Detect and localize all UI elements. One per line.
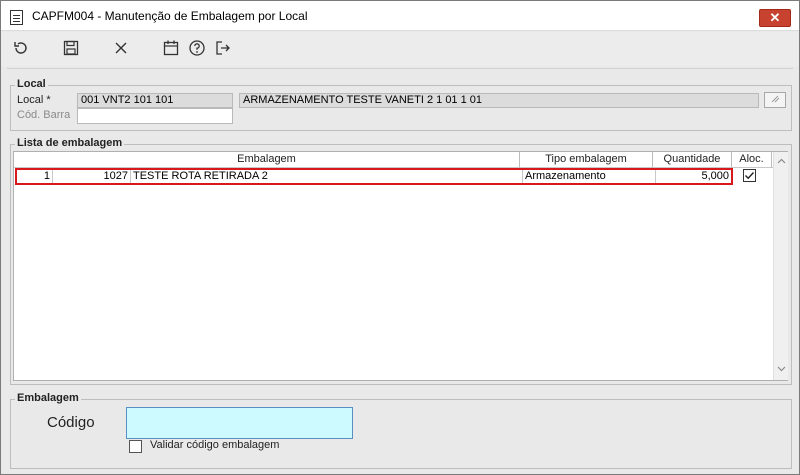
cancel-button[interactable] [111, 39, 131, 59]
table-row[interactable]: 1 1027 TESTE ROTA RETIRADA 2 Armazenamen… [15, 168, 733, 185]
validar-checkbox[interactable] [129, 440, 142, 453]
refresh-icon [12, 39, 30, 60]
local-description-field: ARMAZENAMENTO TESTE VANETI 2 1 01 1 01 [239, 93, 759, 108]
checkmark-icon [745, 172, 755, 180]
calendar-button[interactable] [161, 39, 181, 59]
row-code: 1027 [53, 170, 131, 183]
grid-header: Embalagem Tipo embalagem Quantidade Aloc… [14, 152, 774, 168]
barcode-label: Cód. Barra [17, 109, 71, 121]
column-header-quantidade[interactable]: Quantidade [653, 152, 732, 168]
row-aloc-checkbox[interactable] [743, 169, 756, 182]
scroll-down-icon[interactable] [777, 364, 786, 373]
embalagem-grid: Embalagem Tipo embalagem Quantidade Aloc… [13, 151, 788, 381]
toolbar [1, 32, 799, 66]
local-lookup-button[interactable] [764, 92, 786, 108]
document-icon [10, 10, 23, 25]
grid-vertical-scrollbar[interactable] [773, 152, 788, 380]
embalagem-group-title: Embalagem [15, 392, 81, 404]
barcode-input[interactable] [77, 108, 233, 124]
save-icon [62, 39, 80, 60]
scroll-up-icon[interactable] [777, 156, 786, 165]
exit-button[interactable] [213, 39, 233, 59]
save-button[interactable] [61, 39, 81, 59]
cancel-icon [112, 39, 130, 60]
column-header-embalagem[interactable]: Embalagem [14, 152, 520, 168]
exit-icon [214, 39, 232, 60]
help-icon [188, 39, 206, 60]
row-tipo: Armazenamento [523, 170, 656, 183]
local-label: Local * [17, 94, 51, 106]
title-bar: CAPFM004 - Manutenção de Embalagem por L… [1, 1, 799, 31]
help-button[interactable] [187, 39, 207, 59]
row-quantidade: 5,000 [701, 170, 729, 182]
column-header-aloc[interactable]: Aloc. [732, 152, 772, 168]
refresh-button[interactable] [11, 39, 31, 59]
column-header-tipo[interactable]: Tipo embalagem [520, 152, 653, 168]
codigo-input[interactable] [126, 407, 353, 439]
app-window: CAPFM004 - Manutenção de Embalagem por L… [0, 0, 800, 475]
window-title: CAPFM004 - Manutenção de Embalagem por L… [32, 9, 308, 23]
list-group-title: Lista de embalagem [15, 137, 125, 149]
validar-label[interactable]: Validar código embalagem [150, 439, 279, 451]
row-description: TESTE ROTA RETIRADA 2 [131, 170, 523, 183]
toolbar-divider [7, 68, 793, 69]
local-code-field[interactable]: 001 VNT2 101 101 [77, 93, 233, 108]
row-seq: 1 [17, 170, 53, 183]
search-icon [769, 94, 781, 107]
codigo-label: Código [47, 414, 95, 431]
close-button[interactable]: ✕ [759, 9, 791, 27]
local-group-title: Local [15, 78, 48, 90]
calendar-icon [162, 39, 180, 60]
